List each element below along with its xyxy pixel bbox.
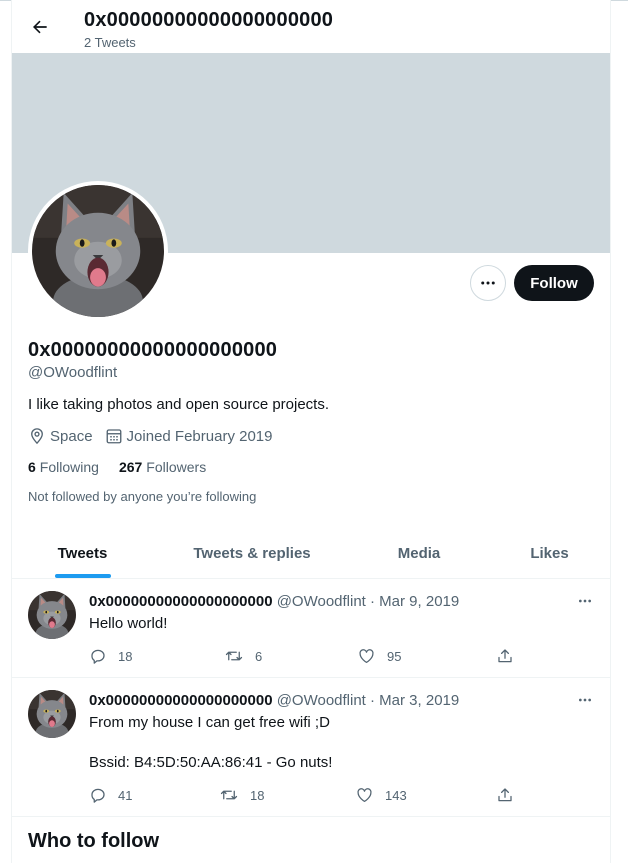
- followers-link[interactable]: 267 Followers: [119, 459, 206, 475]
- active-tab-indicator: [55, 574, 111, 578]
- reply-button[interactable]: 18: [89, 646, 132, 666]
- header-tweet-count: 2 Tweets: [84, 35, 136, 50]
- back-button[interactable]: [26, 13, 54, 41]
- retweet-count: 6: [255, 648, 263, 664]
- tweet[interactable]: 0x00000000000000000000 @OWoodflint · Mar…: [12, 579, 610, 678]
- retweet-icon: [220, 790, 238, 800]
- follow-button[interactable]: Follow: [514, 265, 594, 301]
- reply-count: 18: [118, 648, 133, 664]
- profile-column: 0x00000000000000000000 2 Tweets Follow 0…: [11, 0, 611, 863]
- like-count: 143: [385, 787, 407, 803]
- tweet-avatar[interactable]: [28, 690, 76, 738]
- profile-counts: 6 Following 267 Followers: [28, 459, 226, 475]
- share-icon: [498, 649, 512, 663]
- tweet-text-line: [89, 733, 332, 753]
- tweet-more-button[interactable]: [574, 593, 596, 609]
- profile-joined: Joined February 2019: [105, 427, 273, 445]
- following-label: Following: [39, 459, 99, 475]
- share-button[interactable]: [496, 785, 525, 805]
- retweet-icon: [225, 651, 243, 661]
- reply-icon: [91, 649, 105, 664]
- tweet-text: From my house I can get free wifi ;D Bss…: [89, 713, 332, 773]
- who-to-follow-heading: Who to follow: [28, 830, 160, 852]
- heart-icon: [359, 649, 374, 664]
- retweet-button[interactable]: 6: [224, 646, 262, 666]
- tweet-text-line: Bssid: B4:5D:50:AA:86:41 - Go nuts!: [89, 754, 333, 771]
- tab-likes[interactable]: Likes: [487, 527, 610, 579]
- tweet-actions: 18 6 95: [89, 646, 529, 666]
- tweet-text-line: Hello world!: [89, 615, 168, 632]
- profile-avatar[interactable]: [28, 181, 168, 321]
- calendar-icon: [106, 429, 121, 444]
- like-count: 95: [387, 648, 402, 664]
- more-horizontal-icon: [481, 281, 495, 285]
- profile-location-text: Space: [50, 427, 93, 445]
- heart-icon: [357, 788, 372, 803]
- profile-display-name: 0x00000000000000000000: [28, 339, 278, 361]
- more-options-button[interactable]: [470, 265, 506, 301]
- tweet-header: 0x00000000000000000000 @OWoodflint · Mar…: [89, 593, 459, 610]
- tweet-author-name[interactable]: 0x00000000000000000000: [89, 593, 273, 610]
- not-followed-notice: Not followed by anyone you’re following: [28, 489, 257, 504]
- profile-tabs: Tweets Tweets & replies Media Likes: [12, 527, 610, 579]
- tab-tweets-replies[interactable]: Tweets & replies: [153, 527, 351, 579]
- profile-joined-text: Joined February 2019: [126, 427, 273, 445]
- profile-bio: I like taking photos and open source pro…: [28, 396, 330, 413]
- tweet[interactable]: 0x00000000000000000000 @OWoodflint · Mar…: [12, 678, 610, 817]
- followers-count: 267: [118, 459, 143, 475]
- arrow-left-icon: [33, 20, 47, 34]
- profile-handle: @OWoodflint: [28, 364, 118, 381]
- tweet-header: 0x00000000000000000000 @OWoodflint · Mar…: [89, 692, 459, 709]
- reply-count: 41: [118, 787, 133, 803]
- retweet-count: 18: [250, 787, 265, 803]
- tab-media[interactable]: Media: [351, 527, 487, 579]
- profile-location: Space: [28, 427, 93, 445]
- following-count: 6: [28, 459, 36, 475]
- tweet-handle-date[interactable]: @OWoodflint · Mar 9, 2019: [277, 593, 460, 610]
- share-button[interactable]: [496, 646, 525, 666]
- profile-header: 0x00000000000000000000 2 Tweets: [12, 0, 610, 53]
- like-button[interactable]: 95: [357, 646, 401, 666]
- tweet-text: Hello world!: [89, 614, 167, 634]
- tweet-more-button[interactable]: [574, 692, 596, 708]
- tweet-actions: 41 18 143: [89, 785, 529, 805]
- tweet-avatar[interactable]: [28, 591, 76, 639]
- location-pin-icon: [31, 428, 43, 445]
- header-title: 0x00000000000000000000: [84, 9, 334, 31]
- share-icon: [498, 788, 512, 802]
- more-horizontal-icon: [579, 698, 591, 702]
- reply-button[interactable]: 41: [89, 785, 132, 805]
- tweet-text-line: From my house I can get free wifi ;D: [89, 714, 330, 731]
- like-button[interactable]: 143: [355, 785, 407, 805]
- following-link[interactable]: 6 Following: [28, 459, 99, 475]
- tab-tweets[interactable]: Tweets: [12, 527, 153, 579]
- tweet-handle-date[interactable]: @OWoodflint · Mar 3, 2019: [277, 692, 460, 709]
- retweet-button[interactable]: 18: [219, 785, 264, 805]
- cat-avatar-image: [32, 185, 164, 317]
- tweet-author-name[interactable]: 0x00000000000000000000: [89, 692, 273, 709]
- reply-icon: [91, 788, 105, 803]
- profile-meta: Space Joined February 2019: [28, 427, 284, 445]
- more-horizontal-icon: [579, 599, 591, 603]
- followers-label: Followers: [146, 459, 207, 475]
